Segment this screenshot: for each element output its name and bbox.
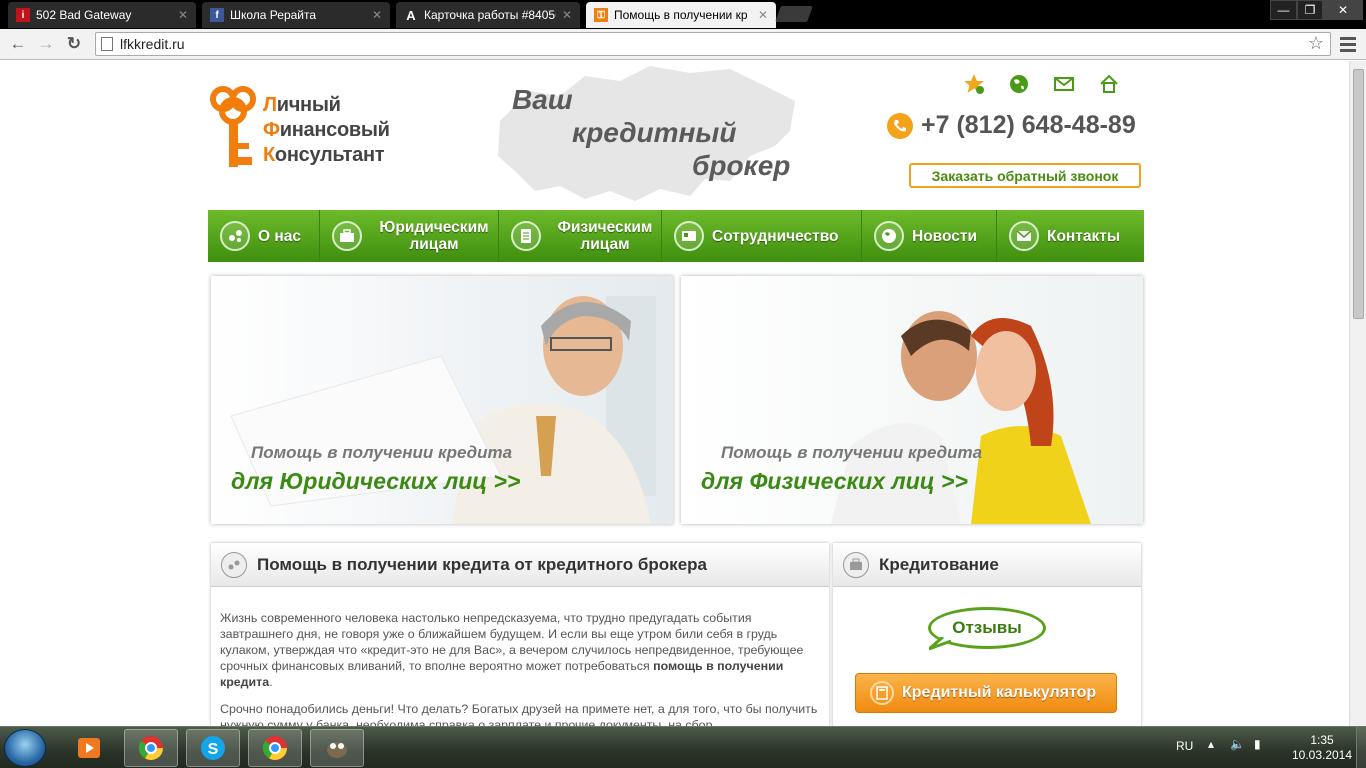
chrome-icon[interactable] [124, 729, 178, 767]
skype-icon[interactable]: S [186, 729, 240, 767]
chrome-menu-button[interactable] [1337, 33, 1359, 55]
back-button[interactable]: ← [6, 32, 30, 56]
volume-icon[interactable]: 🔈 [1230, 737, 1245, 751]
menu-item-cooperation[interactable]: Сотрудничество [662, 210, 862, 262]
banner-title: для Юридических лиц >> [231, 468, 521, 494]
reload-button[interactable]: ↻ [62, 32, 86, 56]
home-icon[interactable] [1098, 73, 1120, 95]
favorites-star-icon[interactable] [963, 73, 985, 95]
media-player-icon[interactable] [62, 729, 116, 767]
facebook-icon: f [210, 8, 224, 22]
briefcase-icon [332, 221, 362, 251]
globe-icon [874, 221, 904, 251]
globe-icon[interactable] [1008, 73, 1030, 95]
sidebar-heading: Кредитование [879, 554, 999, 574]
menu-item-about[interactable]: О нас [208, 210, 320, 262]
show-desktop-button[interactable] [1356, 727, 1366, 768]
site-slogan: Ваш кредитный брокер [512, 84, 791, 181]
mail-icon[interactable] [1053, 73, 1075, 95]
banner-title: для Физических лиц >> [701, 468, 968, 494]
scrollbar-thumb[interactable] [1353, 69, 1364, 319]
speech-tail-icon [929, 637, 952, 651]
document-icon [511, 221, 541, 251]
tab-school-rewrite[interactable]: f Школа Рерайта ✕ [202, 2, 390, 28]
start-button[interactable] [4, 729, 46, 767]
browser-toolbar: ← → ↻ lfkkredit.ru ☆ [0, 29, 1366, 60]
web-page: Личный Финансовый Консультант Ваш кредит… [0, 61, 1349, 726]
article-paragraph: Жизнь современного человека настолько не… [220, 611, 804, 689]
tray-arrow-icon[interactable]: ▴ [1208, 737, 1214, 751]
page-scrollbar[interactable] [1349, 61, 1366, 726]
gimp-icon[interactable] [310, 729, 364, 767]
people-icon [220, 221, 250, 251]
briefcase-icon [843, 551, 869, 578]
menu-item-news[interactable]: Новости [862, 210, 997, 262]
main-menu: О нас Юридическим лицам Физическим лицам… [208, 210, 1144, 262]
sidebar-crediting: Кредитование Отзывы Кредитный калькулято… [833, 543, 1141, 726]
tab-title: 502 Bad Gateway [36, 8, 132, 22]
banner-individuals[interactable]: Помощь в получении кредита для Физически… [681, 276, 1143, 524]
article-header: Помощь в получении кредита от кредитного… [211, 543, 829, 587]
site-logo[interactable]: Личный Финансовый Консультант [208, 83, 448, 173]
clock[interactable]: 1:35 10.03.2014 [1290, 733, 1354, 763]
address-bar[interactable]: lfkkredit.ru ☆ [95, 32, 1331, 56]
credit-calculator-button[interactable]: Кредитный калькулятор [855, 673, 1117, 713]
tab-title: Школа Рерайта [230, 8, 317, 22]
network-icon[interactable]: ▮ [1254, 737, 1261, 751]
advego-icon: A [406, 7, 416, 23]
banner-subtitle: Помощь в получении кредита [251, 443, 513, 462]
close-tab-icon[interactable]: ✕ [562, 8, 572, 22]
phone-icon [887, 112, 913, 139]
article-paragraph: Срочно понадобились деньги! Что делать? … [220, 702, 818, 726]
menu-item-contacts[interactable]: Контакты [997, 210, 1144, 262]
tab-lfk-credit[interactable]: ⚿ Помощь в получении кр ✕ [586, 2, 776, 28]
callback-button[interactable]: Заказать обратный звонок [909, 163, 1141, 188]
minimize-button[interactable]: — [1270, 0, 1297, 20]
calculator-icon [870, 681, 894, 705]
phone-text: +7 (812) 648-48-89 [921, 111, 1136, 139]
chrome-icon[interactable] [248, 729, 302, 767]
phone-number: +7 (812) 648-48-89 [887, 111, 1136, 140]
logo-text: Личный Финансовый Консультант [263, 94, 390, 166]
banner-legal-entities[interactable]: Помощь в получении кредита для Юридическ… [211, 276, 673, 524]
people-icon [221, 551, 247, 578]
sidebar-header: Кредитование [833, 543, 1141, 587]
page-icon [101, 37, 113, 51]
article-body: Жизнь современного человека настолько не… [211, 587, 829, 726]
key-logo-icon [210, 86, 256, 167]
id-card-icon [674, 221, 704, 251]
menu-item-individuals[interactable]: Физическим лицам [499, 210, 662, 262]
language-indicator[interactable]: RU [1176, 739, 1193, 753]
new-tab-button[interactable] [775, 6, 813, 22]
calculator-label: Кредитный калькулятор [902, 684, 1097, 701]
lfk-key-icon: ⚿ [594, 8, 608, 22]
close-tab-icon[interactable]: ✕ [372, 8, 382, 22]
red-info-icon: i [16, 8, 30, 22]
tab-title: Помощь в получении кр [614, 8, 748, 22]
windows-taskbar: S RU ▴ 🔈 ▮ 1:35 10.03.2014 [0, 726, 1366, 768]
close-tab-icon[interactable]: ✕ [758, 8, 768, 22]
article-heading: Помощь в получении кредита от кредитного… [257, 554, 707, 574]
envelope-icon [1009, 221, 1039, 251]
url-text: lfkkredit.ru [120, 36, 185, 52]
restore-button[interactable]: ❐ [1297, 0, 1323, 20]
bookmark-star-icon[interactable]: ☆ [1308, 33, 1324, 54]
banner-subtitle: Помощь в получении кредита [721, 443, 983, 462]
browser-tab-strip: i 502 Bad Gateway ✕ f Школа Рерайта ✕ A … [0, 0, 1366, 29]
tab-502-bad-gateway[interactable]: i 502 Bad Gateway ✕ [8, 2, 196, 28]
svg-text:S: S [208, 741, 219, 758]
article-box: Помощь в получении кредита от кредитного… [211, 543, 829, 726]
tab-work-card[interactable]: A Карточка работы #840566 ✕ [396, 2, 580, 28]
close-window-button[interactable]: ✕ [1323, 0, 1363, 20]
forward-button[interactable]: → [34, 32, 58, 56]
close-tab-icon[interactable]: ✕ [178, 8, 188, 22]
menu-item-legal-entities[interactable]: Юридическим лицам [320, 210, 499, 262]
tab-title: Карточка работы #840566 [424, 8, 556, 22]
